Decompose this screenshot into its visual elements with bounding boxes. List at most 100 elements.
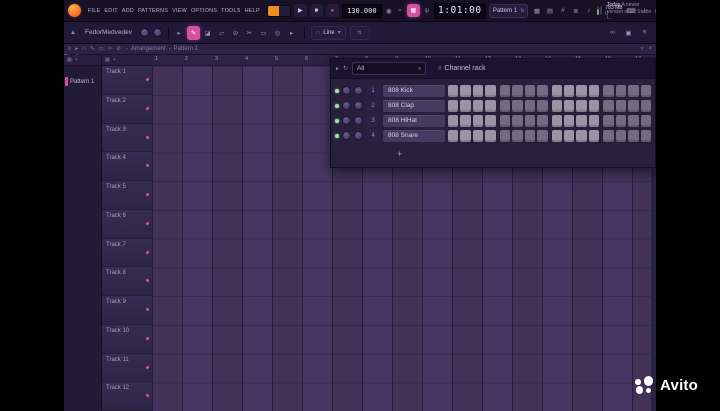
channel-number-button[interactable]: 4 [366, 130, 380, 141]
track-color-dot[interactable] [146, 279, 149, 283]
step-cell[interactable] [485, 99, 496, 112]
step-cell[interactable] [485, 84, 496, 97]
track-color-dot[interactable] [146, 250, 149, 254]
playback-tool-icon[interactable]: ▸ [285, 26, 298, 40]
picker-add-icon[interactable]: + [75, 57, 78, 63]
step-cell[interactable] [524, 129, 536, 142]
step-cell[interactable] [448, 99, 459, 112]
channel-mute-led[interactable] [335, 118, 339, 123]
step-cell[interactable] [472, 84, 484, 97]
project-name[interactable]: FedorMedvedev [85, 29, 132, 36]
slice-clip-icon[interactable]: ✂ [108, 44, 113, 55]
step-cell[interactable] [448, 114, 459, 127]
step-cell[interactable] [512, 84, 523, 97]
step-cell[interactable] [603, 114, 614, 127]
picker-grid-icon[interactable]: ▦ [67, 57, 72, 63]
step-cell[interactable] [499, 84, 511, 97]
channel-name-button[interactable]: 808 Clap [383, 99, 445, 112]
step-cell[interactable] [485, 114, 496, 127]
channel-rack-icon[interactable]: # [557, 4, 568, 17]
step-cell[interactable] [615, 84, 627, 97]
step-cell[interactable] [485, 129, 496, 142]
rack-play-icon[interactable]: ▸ [336, 65, 339, 72]
menu-item[interactable]: PATTERNS [138, 8, 168, 14]
track-header[interactable]: Track 7 [102, 238, 152, 268]
record-button[interactable]: ● [325, 4, 339, 17]
channel-number-button[interactable]: 3 [366, 115, 380, 126]
channel-mute-led[interactable] [335, 88, 339, 93]
step-cell[interactable] [551, 84, 562, 97]
playlist-window-icon[interactable]: ▦ [531, 4, 542, 17]
step-cell[interactable] [448, 84, 459, 97]
step-cell[interactable] [537, 129, 548, 142]
step-cell[interactable] [472, 114, 484, 127]
menu-item[interactable]: ADD [122, 8, 134, 14]
track-header[interactable]: Track 11 [102, 353, 152, 383]
snap-magnet-icon[interactable]: ∩ [82, 44, 86, 55]
breadcrumb-arrangement[interactable]: Arrangement [131, 46, 166, 52]
channel-name-button[interactable]: 808 Kick [383, 84, 445, 97]
wait-input-icon[interactable]: ≈ [396, 4, 404, 17]
step-cell[interactable] [537, 114, 548, 127]
track-header[interactable]: Track 2 [102, 94, 152, 124]
pattern-stepper[interactable]: ⇅ [349, 25, 370, 40]
step-cell[interactable] [563, 129, 575, 142]
step-cell[interactable] [499, 129, 511, 142]
breadcrumb-pattern[interactable]: Pattern 1 [174, 46, 198, 52]
track-header[interactable]: Track 12 [102, 382, 152, 411]
step-cell[interactable] [640, 114, 651, 127]
step-cell[interactable] [524, 84, 536, 97]
overflow-menu-icon[interactable]: ≡ [638, 26, 651, 40]
track-header[interactable]: Track 8 [102, 267, 152, 296]
track-color-dot[interactable] [146, 193, 149, 196]
track-header[interactable]: Track 6 [102, 209, 152, 239]
mixer-icon[interactable]: ≣ [570, 4, 581, 17]
channel-number-button[interactable]: 1 [366, 85, 380, 96]
track-add-icon[interactable]: + [113, 57, 116, 63]
mute-tool-icon[interactable]: ⊘ [229, 26, 242, 40]
step-cell[interactable] [551, 114, 562, 127]
step-cell[interactable] [524, 99, 536, 112]
pattern-mode-indicator[interactable] [267, 5, 279, 16]
menu-item[interactable]: HELP [245, 8, 260, 14]
menu-item[interactable]: VIEW [172, 8, 187, 14]
collapse-toolbar-icon[interactable]: ▲ [69, 26, 77, 39]
track-color-dot[interactable] [146, 308, 149, 311]
channel-pan-knob[interactable] [342, 131, 351, 140]
step-cell[interactable] [576, 84, 587, 97]
mic-icon[interactable]: ψ [423, 4, 431, 17]
draw-tool-icon[interactable]: ✎ [186, 25, 200, 40]
step-cell[interactable] [628, 99, 639, 112]
slice-tool-icon[interactable]: ✂ [243, 26, 256, 40]
step-cell[interactable] [551, 99, 562, 112]
track-header[interactable]: Track 3 [102, 123, 152, 153]
metronome-icon[interactable]: ◉ [385, 4, 393, 17]
pattern-spinner-icon[interactable]: ⇅ [520, 8, 524, 14]
step-cell[interactable] [460, 84, 471, 97]
step-cell[interactable] [563, 84, 575, 97]
step-cell[interactable] [524, 114, 536, 127]
step-cell[interactable] [640, 84, 651, 97]
add-channel-button[interactable]: + [397, 150, 402, 159]
track-color-dot[interactable] [146, 221, 149, 225]
step-cell[interactable] [576, 99, 587, 112]
pat-song-switch[interactable] [266, 4, 291, 17]
controller-icon[interactable]: ▣ [622, 26, 635, 40]
track-header[interactable]: Track 10 [102, 324, 152, 354]
select-tool-icon[interactable]: ▭ [257, 26, 270, 40]
step-cell[interactable] [588, 84, 600, 97]
master-pitch-knob[interactable] [152, 28, 162, 37]
track-header[interactable]: Track 9 [102, 296, 152, 325]
piano-roll-icon[interactable]: ▤ [544, 4, 555, 17]
step-cell[interactable] [628, 129, 639, 142]
step-cell[interactable] [588, 99, 600, 112]
master-volume-knob[interactable] [139, 28, 149, 37]
fl-studio-logo-icon[interactable] [68, 4, 81, 17]
channel-filter-dropdown[interactable]: All ▾ [352, 62, 427, 75]
track-header[interactable]: Track 1 [102, 66, 152, 95]
tempo-display[interactable]: 130.000 [341, 3, 382, 18]
step-cell[interactable] [615, 114, 627, 127]
step-cell[interactable] [460, 129, 471, 142]
step-cell[interactable] [512, 129, 523, 142]
step-cell[interactable] [499, 99, 511, 112]
